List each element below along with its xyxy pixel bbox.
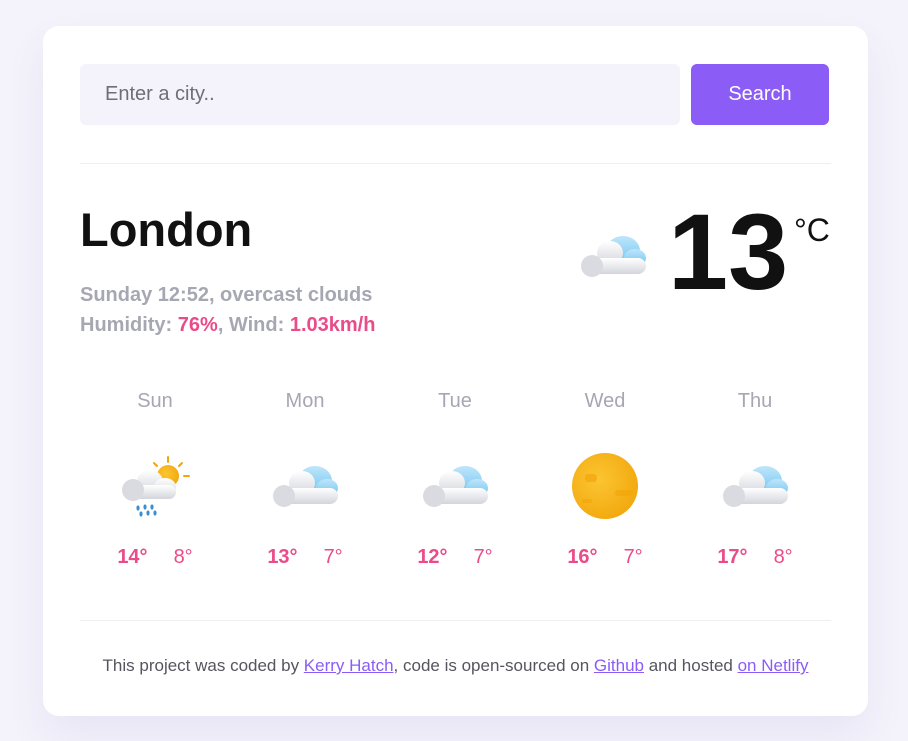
temperature-unit: °C [794,212,830,248]
github-link[interactable]: Github [594,656,644,675]
date-description: Sunday 12:52, overcast clouds [80,284,373,306]
rain-sun-icon [122,456,190,517]
wind-value: 1.03km/h [289,314,376,336]
max-temp: 17° [717,546,748,568]
search-form: Search [80,64,829,125]
max-temp: 13° [267,546,298,568]
min-temp: 8° [773,546,793,568]
day-temperatures: 16° 7° [530,546,680,569]
current-temperature: 13 [668,191,789,312]
forecast-day: Tue 12° 7° [380,386,530,569]
forecast-day: Sun 14° 8° [80,386,230,569]
cloud-icon [723,466,788,507]
forecast-day: Mon 13° 7° [230,386,380,569]
humidity-value: 76% [177,314,218,336]
min-temp: 7° [473,546,493,568]
footer-text: , code is open-sourced on [393,656,594,675]
day-name: Mon [285,390,325,412]
forecast-day: Thu 17° 8° [680,386,830,569]
day-name: Thu [737,390,773,412]
min-temp: 7° [623,546,643,568]
day-name: Wed [584,390,626,412]
humidity-label: Humidity: [80,314,178,336]
city-search-input[interactable] [80,64,680,125]
author-link[interactable]: Kerry Hatch [304,656,394,675]
wind-label: , Wind: [217,314,290,336]
netlify-link[interactable]: on Netlify [738,656,809,675]
day-temperatures: 13° 7° [230,546,380,569]
search-button[interactable]: Search [691,64,829,125]
max-temp: 16° [567,546,598,568]
day-name: Tue [438,390,472,412]
footer: This project was coded by Kerry Hatch, c… [43,656,868,676]
forecast-day: Wed 16° 7° [530,386,680,569]
min-temp: 7° [323,546,343,568]
day-temperatures: 14° 8° [80,546,230,569]
footer-text: This project was coded by [102,656,304,675]
cloud-icon [423,466,488,507]
day-temperatures: 12° 7° [380,546,530,569]
footer-text: and hosted [644,656,738,675]
city-name: London [80,203,253,256]
max-temp: 12° [417,546,448,568]
humidity-wind: Humidity: 76%, Wind: 1.03km/h [80,314,375,337]
weather-card: Search London Sunday 12:52, overcast clo… [43,26,868,716]
sun-icon [572,453,638,519]
divider [80,620,831,621]
day-name: Sun [137,390,173,412]
divider [80,163,831,164]
cloud-icon [273,466,338,507]
forecast-list: Sun 14° 8° Mon 13° 7° Tue 12° 7° Wed 16°… [80,386,830,569]
min-temp: 8° [173,546,193,568]
cloud-icon [581,236,646,277]
max-temp: 14° [117,546,148,568]
day-temperatures: 17° 8° [680,546,830,569]
